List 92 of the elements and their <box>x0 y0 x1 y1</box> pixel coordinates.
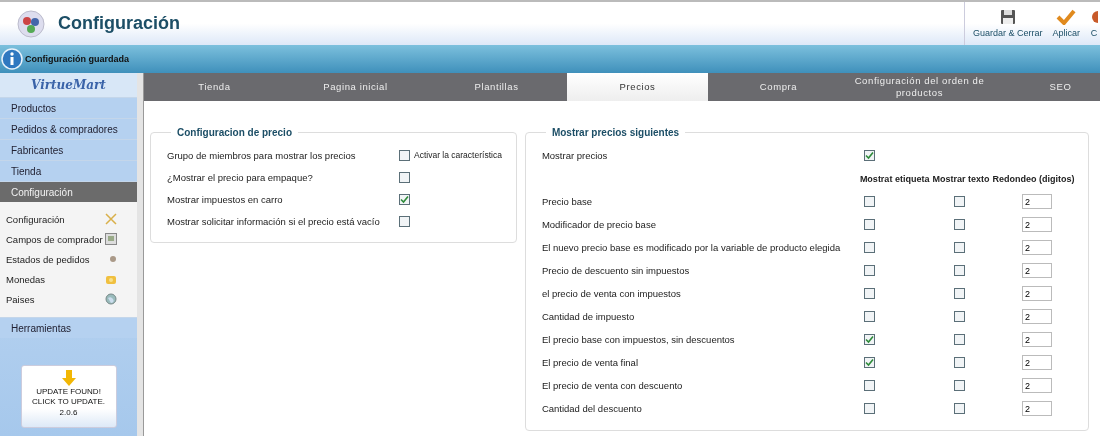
section-title: Configuracion de precio <box>176 127 293 138</box>
checkbox[interactable] <box>953 311 965 322</box>
toolbar-button[interactable]: Aplicar <box>1050 2 1082 45</box>
checkbox[interactable] <box>863 196 875 207</box>
field-label: ¿Mostrar el precio para empaque? <box>167 171 313 183</box>
field-label: Mostrar precios <box>541 150 609 161</box>
checkbox[interactable] <box>863 265 875 276</box>
rounding-field[interactable]: 2 <box>1021 332 1052 347</box>
field-label: Cantidad del descuento <box>541 403 643 414</box>
tab[interactable]: SEO <box>990 73 1100 101</box>
logo-text: VirtueMart <box>31 78 106 92</box>
checkbox[interactable] <box>399 149 410 161</box>
checkbox[interactable] <box>863 403 875 414</box>
rounding-field[interactable]: 2 <box>1021 240 1052 255</box>
checkbox[interactable] <box>953 380 965 391</box>
checkbox[interactable] <box>863 219 875 230</box>
checkbox[interactable] <box>399 193 410 205</box>
field-label: el precio de venta con impuestos <box>541 288 682 299</box>
update-message: UPDATE FOUND! CLICK TO UPDATE. <box>31 387 106 407</box>
toolbar-button[interactable]: Guardar & Cerrar <box>970 2 1045 45</box>
submenu-link[interactable]: Monedas <box>6 273 46 285</box>
tab[interactable]: Configuración del orden de productos <box>849 73 990 101</box>
toolbar-button[interactable]: C <box>1088 2 1100 45</box>
field-label: Precio base <box>541 196 594 207</box>
column-header: Redondeo (digitos) <box>992 173 1075 184</box>
menu-item[interactable]: Fabricantes <box>0 139 137 160</box>
checkbox[interactable] <box>863 242 875 253</box>
checkbox[interactable] <box>863 150 875 161</box>
field-label: Mostrar impuestos en carro <box>167 193 283 205</box>
menu-item[interactable]: Tienda <box>0 160 137 181</box>
checkbox[interactable] <box>399 215 410 227</box>
field-label: Grupo de miembros para mostrar los precios <box>167 149 356 161</box>
field-label: Precio de descuento sin impuestos <box>541 265 691 276</box>
checkbox[interactable] <box>399 171 410 183</box>
rounding-field[interactable]: 2 <box>1021 355 1052 370</box>
field-label: Modificador de precio base <box>541 219 657 230</box>
logo-icon <box>16 8 46 39</box>
checkbox[interactable] <box>953 357 965 368</box>
scissors-icon <box>105 213 117 225</box>
checkbox[interactable] <box>953 403 965 414</box>
field-label: El precio base con impuestos, sin descuentos <box>541 334 736 345</box>
version-text: 2.0.6 <box>59 408 78 417</box>
coins-icon <box>105 273 117 285</box>
tab[interactable]: Tienda <box>144 73 285 101</box>
submenu-link[interactable]: Configuración <box>6 213 65 225</box>
checkbox[interactable] <box>953 265 965 276</box>
checkbox[interactable] <box>953 288 965 299</box>
menu-item[interactable]: Configuración <box>0 181 137 202</box>
rounding-field[interactable]: 2 <box>1021 194 1052 209</box>
update-button[interactable]: UPDATE FOUND! CLICK TO UPDATE. 2.0.6 <box>20 365 117 428</box>
tab[interactable]: Plantillas <box>426 73 567 101</box>
message-text: Configuración guardada <box>25 54 129 64</box>
menu-item[interactable]: Productos <box>0 97 137 118</box>
submenu-link[interactable]: Estados de pedidos <box>6 253 90 265</box>
checkbox[interactable] <box>953 219 965 230</box>
field-label: Cantidad de impuesto <box>541 311 636 322</box>
rounding-field[interactable]: 2 <box>1021 263 1052 278</box>
info-icon <box>1 48 23 70</box>
checkbox[interactable] <box>863 311 875 322</box>
tab[interactable]: Compra <box>708 73 849 101</box>
rounding-field[interactable]: 2 <box>1021 378 1052 393</box>
rounding-field[interactable]: 2 <box>1021 309 1052 324</box>
download-arrow-icon <box>61 370 76 386</box>
field-label: El precio de venta con descuento <box>541 380 684 391</box>
tab[interactable]: Precios <box>567 73 708 101</box>
rounding-field[interactable]: 2 <box>1021 217 1052 232</box>
checkbox[interactable] <box>863 380 875 391</box>
checkbox[interactable] <box>953 242 965 253</box>
submenu-link[interactable]: Campos de comprador <box>6 233 103 245</box>
checkbox[interactable] <box>863 288 875 299</box>
section-title: Mostrar precios siguientes <box>550 127 681 138</box>
checkbox[interactable] <box>953 196 965 207</box>
field-label: Mostrar solicitar información si el precio está vacío <box>167 215 380 227</box>
checkmark-icon <box>1056 9 1077 25</box>
checkbox[interactable] <box>863 357 875 368</box>
field-label: El precio de venta final <box>541 357 639 368</box>
column-header: Mostrar texto <box>932 173 990 184</box>
submenu-link[interactable]: Paises <box>6 293 35 305</box>
checkbox-label: Activar la característica <box>414 150 502 160</box>
form-icon <box>105 233 117 245</box>
field-label: El nuevo precio base es modificado por la variable de producto elegida <box>541 242 842 253</box>
menu-item[interactable]: Pedidos & compradores <box>0 118 137 139</box>
checkbox[interactable] <box>953 334 965 345</box>
globe-icon <box>105 293 117 305</box>
page-title: Configuración <box>58 13 181 34</box>
menu-item[interactable]: Herramientas <box>0 317 137 338</box>
dot-icon <box>109 255 117 263</box>
column-header: Mostrat etiqueta <box>859 173 930 184</box>
rounding-field[interactable]: 2 <box>1021 286 1052 301</box>
rounding-field[interactable]: 2 <box>1021 401 1052 416</box>
checkbox[interactable] <box>863 334 875 345</box>
tab[interactable]: Pagina inicial <box>285 73 426 101</box>
